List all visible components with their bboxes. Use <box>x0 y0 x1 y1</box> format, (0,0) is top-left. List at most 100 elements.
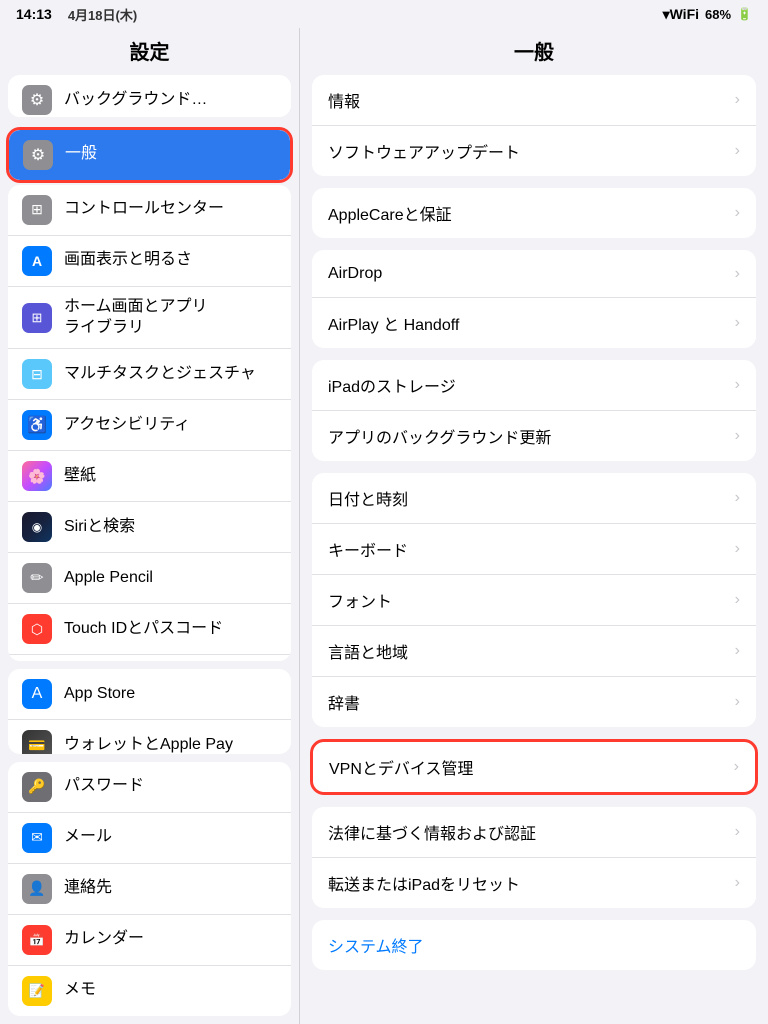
wallet-label: ウォレットとApple Pay <box>64 735 233 754</box>
sidebar-item-wallet[interactable]: 💳 ウォレットとApple Pay <box>8 720 291 753</box>
transfer-label: 転送またはiPadをリセット <box>328 871 520 895</box>
status-bar: 14:13 4月18日(木) ▾WiFi 68% 🔋 <box>0 0 768 28</box>
right-item-vpn[interactable]: VPNとデバイス管理 › <box>313 742 755 792</box>
vpn-chevron: › <box>734 758 739 776</box>
sidebar-section-top: ⚙ バックグラウンド… <box>8 75 291 117</box>
language-chevron: › <box>735 642 740 660</box>
homescreen-icon: ⊞ <box>22 303 52 333</box>
keyboard-label: キーボード <box>328 537 408 561</box>
legal-chevron: › <box>735 823 740 841</box>
appstore-icon: A <box>22 679 52 709</box>
keyboard-chevron: › <box>735 540 740 558</box>
right-item-datetime[interactable]: 日付と時刻 › <box>312 473 756 524</box>
sidebar-item-touchid[interactable]: ⬡ Touch IDとパスコード <box>8 604 291 655</box>
right-item-font[interactable]: フォント › <box>312 575 756 626</box>
software-label: ソフトウェアアップデート <box>328 139 520 163</box>
right-item-legal[interactable]: 法律に基づく情報および認証 › <box>312 807 756 858</box>
sidebar-section-main: ⊞ コントロールセンター A 画面表示と明るさ ⊞ ホーム画面とアプリライブラリ… <box>8 185 291 662</box>
battery-icon: 🔋 <box>737 7 752 21</box>
right-section-4: iPadのストレージ › アプリのバックグラウンド更新 › <box>312 360 756 461</box>
software-chevron: › <box>735 142 740 160</box>
status-icons: ▾WiFi 68% 🔋 <box>663 6 752 23</box>
right-item-airplay[interactable]: AirPlay と Handoff › <box>312 298 756 348</box>
transfer-chevron: › <box>735 874 740 892</box>
sidebar-item-display[interactable]: A 画面表示と明るさ <box>8 236 291 287</box>
sidebar-section-apps: A App Store 💳 ウォレットとApple Pay <box>8 669 291 753</box>
right-item-info[interactable]: 情報 › <box>312 75 756 126</box>
right-item-storage[interactable]: iPadのストレージ › <box>312 360 756 411</box>
vpn-label: VPNとデバイス管理 <box>329 755 473 779</box>
status-date: 4月18日(木) <box>68 5 137 24</box>
right-item-shutdown[interactable]: システム終了 <box>312 920 756 970</box>
wallpaper-icon: 🌸 <box>22 461 52 491</box>
right-item-keyboard[interactable]: キーボード › <box>312 524 756 575</box>
sidebar-title: 設定 <box>0 28 299 75</box>
shutdown-label[interactable]: システム終了 <box>328 933 424 957</box>
right-item-language[interactable]: 言語と地域 › <box>312 626 756 677</box>
sidebar-item-siri[interactable]: ◉ Siriと検索 <box>8 502 291 553</box>
sidebar-item-control[interactable]: ⊞ コントロールセンター <box>8 185 291 236</box>
control-label: コントロールセンター <box>64 199 224 220</box>
sidebar-item-multitask[interactable]: ⊟ マルチタスクとジェスチャ <box>8 349 291 400</box>
airplay-label: AirPlay と Handoff <box>328 311 459 335</box>
right-item-dictionary[interactable]: 辞書 › <box>312 677 756 727</box>
datetime-label: 日付と時刻 <box>328 486 408 510</box>
language-label: 言語と地域 <box>328 639 408 663</box>
calendar-label: カレンダー <box>64 929 144 950</box>
right-section-vpn-highlighted: VPNとデバイス管理 › <box>310 739 758 795</box>
notes-icon: 📝 <box>22 976 52 1006</box>
right-item-software[interactable]: ソフトウェアアップデート › <box>312 126 756 176</box>
sidebar-item-homescreen[interactable]: ⊞ ホーム画面とアプリライブラリ <box>8 287 291 350</box>
sidebar-item-notes[interactable]: 📝 メモ <box>8 966 291 1016</box>
right-item-transfer[interactable]: 転送またはiPadをリセット › <box>312 858 756 908</box>
contacts-icon: 👤 <box>22 874 52 904</box>
sidebar-item-contacts[interactable]: 👤 連絡先 <box>8 864 291 915</box>
touchid-label: Touch IDとパスコード <box>64 619 223 640</box>
applecare-label: AppleCareと保証 <box>328 201 452 225</box>
applecare-chevron: › <box>735 204 740 222</box>
airdrop-chevron: › <box>735 265 740 283</box>
right-item-airdrop[interactable]: AirDrop › <box>312 250 756 298</box>
sidebar-item-battery[interactable]: ▰ バッテリー <box>8 655 291 661</box>
multitask-icon: ⊟ <box>22 359 52 389</box>
storage-label: iPadのストレージ <box>328 373 456 397</box>
sidebar-item-backlight[interactable]: ⚙ バックグラウンド… <box>8 75 291 117</box>
right-section-5: 日付と時刻 › キーボード › フォント › 言語と地域 › 辞書 › <box>312 473 756 727</box>
sidebar-item-pencil[interactable]: ✏ Apple Pencil <box>8 553 291 604</box>
multitask-label: マルチタスクとジェスチャ <box>64 364 256 385</box>
sidebar-item-accessibility[interactable]: ♿ アクセシビリティ <box>8 400 291 451</box>
background-label: アプリのバックグラウンド更新 <box>328 424 551 448</box>
right-section-1: 情報 › ソフトウェアアップデート › <box>312 75 756 176</box>
siri-icon: ◉ <box>22 512 52 542</box>
password-icon: 🔑 <box>22 772 52 802</box>
font-chevron: › <box>735 591 740 609</box>
right-panel-title: 一般 <box>300 28 768 75</box>
general-icon: ⚙ <box>23 140 53 170</box>
accessibility-icon: ♿ <box>22 410 52 440</box>
right-section-8: システム終了 <box>312 920 756 970</box>
right-item-applecare[interactable]: AppleCareと保証 › <box>312 188 756 238</box>
sidebar-item-wallpaper[interactable]: 🌸 壁紙 <box>8 451 291 502</box>
sidebar-section-general-highlighted: ⚙ 一般 <box>6 127 293 183</box>
wallpaper-label: 壁紙 <box>64 466 96 487</box>
sidebar-item-password[interactable]: 🔑 パスワード <box>8 762 291 813</box>
general-label: 一般 <box>65 144 97 165</box>
sidebar-item-calendar[interactable]: 📅 カレンダー <box>8 915 291 966</box>
contacts-label: 連絡先 <box>64 878 112 899</box>
main-layout: 設定 ⚙ バックグラウンド… ⚙ 一般 ⊞ コントロールセンター <box>0 28 768 1024</box>
pencil-icon: ✏ <box>22 563 52 593</box>
homescreen-label: ホーム画面とアプリライブラリ <box>64 297 208 339</box>
appstore-label: App Store <box>64 684 135 705</box>
status-time: 14:13 <box>16 6 52 22</box>
sidebar-item-general[interactable]: ⚙ 一般 <box>9 130 290 180</box>
accessibility-label: アクセシビリティ <box>64 415 190 436</box>
mail-label: メール <box>64 827 112 848</box>
dictionary-chevron: › <box>735 693 740 711</box>
pencil-label: Apple Pencil <box>64 568 153 589</box>
sidebar-item-appstore[interactable]: A App Store <box>8 669 291 720</box>
display-icon: A <box>22 246 52 276</box>
password-label: パスワード <box>64 776 144 797</box>
sidebar-item-mail[interactable]: ✉ メール <box>8 813 291 864</box>
wallet-icon: 💳 <box>22 730 52 753</box>
right-item-background[interactable]: アプリのバックグラウンド更新 › <box>312 411 756 461</box>
